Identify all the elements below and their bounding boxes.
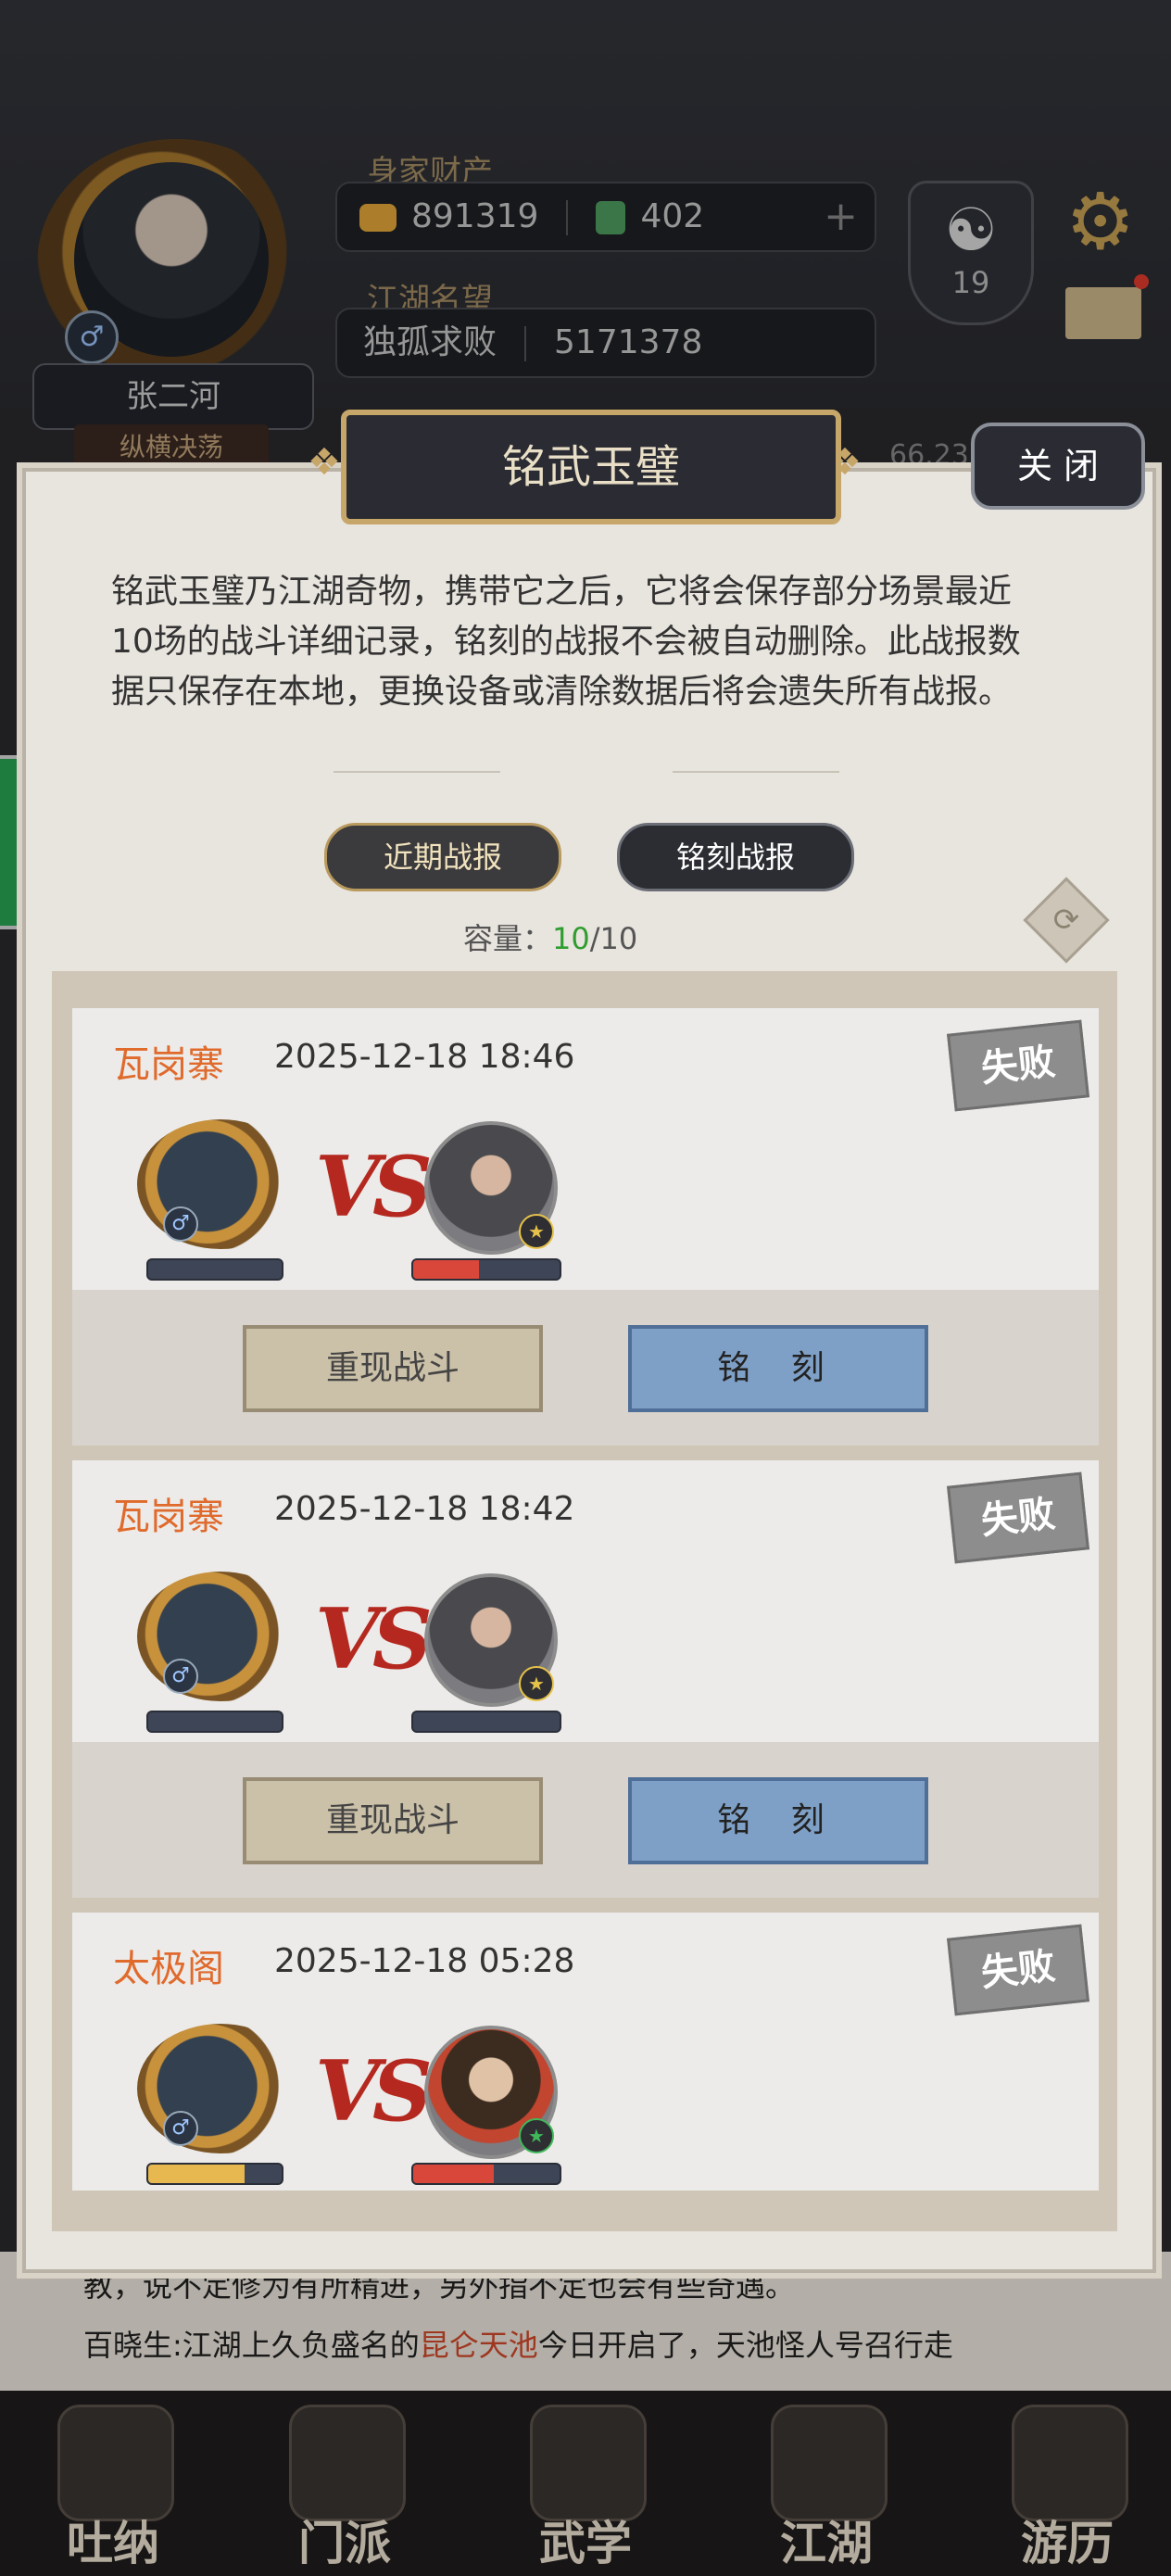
player-hp-bar [146,1258,283,1281]
divider-left [334,771,500,773]
battle-location: 瓦岗寨 [113,1043,224,1086]
player-battle-avatar: ♂ [137,1119,304,1249]
player-battle-avatar: ♂ [137,2024,304,2153]
title-ornament-left: ❖ [308,441,341,484]
battle-location: 瓦岗寨 [113,1496,224,1538]
player-hp-bar [146,1711,283,1733]
enemy-hp-bar [411,1258,561,1281]
result-stamp: 失败 [947,1924,1089,2016]
divider-right [673,771,839,773]
vs-icon: VS [315,2042,433,2140]
refresh-icon: ⟳ [1052,902,1080,939]
battle-card: 瓦岗寨 2025-12-18 18:42 失败 ♂ VS ★ 重现战斗 铭 刻 [72,1460,1099,1898]
enemy-hp-bar [411,2163,561,2185]
replay-battle-button[interactable]: 重现战斗 [243,1777,543,1864]
replay-battle-button[interactable]: 重现战斗 [243,1325,543,1412]
gender-male-icon: ♂ [163,1659,198,1694]
result-stamp: 失败 [947,1471,1089,1564]
player-battle-avatar: ♂ [137,1572,304,1701]
battle-time: 2025-12-18 05:28 [274,1942,575,1980]
rank-badge-icon: ★ [519,1214,554,1249]
gender-male-icon: ♂ [163,2111,198,2146]
close-button[interactable]: 关 闭 [971,423,1145,510]
tab-engraved-reports[interactable]: 铭刻战报 [617,823,854,891]
enemy-avatar: ★ [424,2026,558,2159]
capacity-indicator: 容量：10/10 [463,921,638,956]
card-actions: 重现战斗 铭 刻 [72,1742,1099,1898]
result-stamp: 失败 [947,1019,1089,1112]
vs-icon: VS [315,1590,433,1688]
engrave-button[interactable]: 铭 刻 [628,1325,928,1412]
battle-card: 瓦岗寨 2025-12-18 18:46 失败 ♂ VS ★ 重现战斗 铭 刻 [72,1008,1099,1446]
vs-icon: VS [315,1138,433,1236]
engrave-button[interactable]: 铭 刻 [628,1777,928,1864]
battle-time: 2025-12-18 18:46 [274,1038,575,1076]
gender-male-icon: ♂ [163,1206,198,1242]
rank-badge-icon: ★ [519,2118,554,2153]
modal-description: 铭武玉璧乃江湖奇物，携带它之后，它将会保存部分场景最近10场的战斗详细记录，铭刻… [111,573,1021,711]
tab-recent-reports[interactable]: 近期战报 [324,823,561,891]
rank-badge-icon: ★ [519,1666,554,1701]
player-hp-bar [146,2163,283,2185]
modal-title: 铭武玉璧 [341,410,841,524]
enemy-avatar: ★ [424,1121,558,1255]
enemy-hp-bar [411,1711,561,1733]
battle-location: 太极阁 [113,1948,224,1990]
enemy-avatar: ★ [424,1573,558,1707]
battle-card: 太极阁 2025-12-18 05:28 失败 ♂ VS ★ [72,1913,1099,2191]
card-actions: 重现战斗 铭 刻 [72,1290,1099,1446]
battle-time: 2025-12-18 18:42 [274,1490,575,1528]
